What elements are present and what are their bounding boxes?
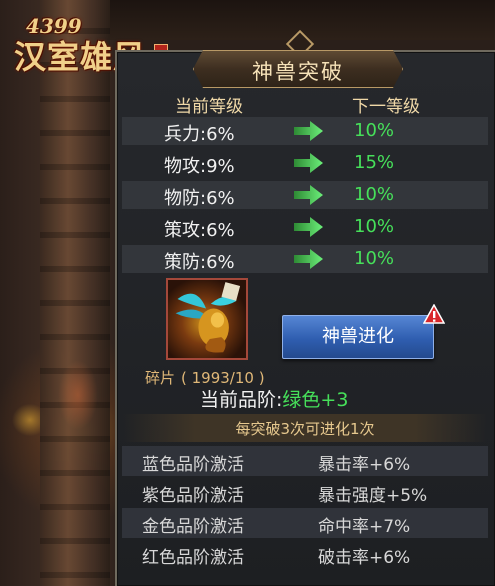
activation-row: 紫色品阶激活 暴击强度+5% [122, 477, 488, 507]
stat-current: 策攻:6% [164, 220, 235, 241]
stat-next: 10% [354, 216, 395, 237]
pillar-glow [58, 360, 98, 430]
stat-row: 策防:6% 10% [122, 245, 488, 273]
grade-value: 绿色+3 [282, 389, 349, 411]
stat-next: 15% [354, 152, 395, 173]
grade-label: 当前品阶: [200, 389, 283, 411]
header-next-level: 下一等级 [352, 97, 420, 117]
stat-next: 10% [354, 248, 395, 269]
stat-current: 策防:6% [164, 252, 235, 273]
phoenix-beast-icon [175, 282, 241, 353]
activation-row: 红色品阶激活 破击率+6% [122, 539, 488, 569]
stat-next: 10% [354, 120, 395, 141]
activation-row: 蓝色品阶激活 暴击率+6% [122, 446, 488, 476]
current-grade: 当前品阶:绿色+3 [200, 385, 348, 412]
green-arrow-right-icon [294, 185, 323, 205]
green-arrow-right-icon [294, 217, 323, 237]
activation-effect: 暴击率+6% [318, 455, 411, 475]
evolve-rule-text: 每突破3次可进化1次 [235, 420, 375, 438]
green-arrow-right-icon [294, 153, 323, 173]
beast-evolve-button[interactable]: 神兽进化 [282, 315, 434, 359]
activation-name: 蓝色品阶激活 [142, 455, 244, 475]
beast-portrait[interactable] [166, 278, 248, 360]
activation-effect: 暴击强度+5% [318, 486, 428, 506]
green-arrow-right-icon [294, 121, 323, 141]
stat-row: 兵力:6% 10% [122, 117, 488, 145]
panel-title: 神兽突破 [252, 60, 344, 84]
background-pillar [40, 0, 110, 586]
activation-row: 金色品阶激活 命中率+7% [122, 508, 488, 538]
activation-name: 金色品阶激活 [142, 517, 244, 537]
header-current-level: 当前等级 [175, 97, 243, 117]
stat-row: 物攻:9% 15% [122, 149, 488, 177]
activation-effect: 命中率+7% [318, 517, 411, 537]
stat-row: 物防:6% 10% [122, 181, 488, 209]
shard-label: 碎片 [145, 369, 176, 387]
stat-current: 物防:6% [164, 188, 235, 209]
exclamation-alert-icon [423, 304, 445, 324]
stat-row: 策攻:6% 10% [122, 213, 488, 241]
stat-current: 兵力:6% [164, 124, 235, 145]
activation-name: 紫色品阶激活 [142, 486, 244, 506]
stat-current: 物攻:9% [164, 156, 235, 177]
activation-name: 红色品阶激活 [142, 548, 244, 568]
green-arrow-right-icon [294, 249, 323, 269]
activation-effect: 破击率+6% [318, 548, 411, 568]
stat-next: 10% [354, 184, 395, 205]
